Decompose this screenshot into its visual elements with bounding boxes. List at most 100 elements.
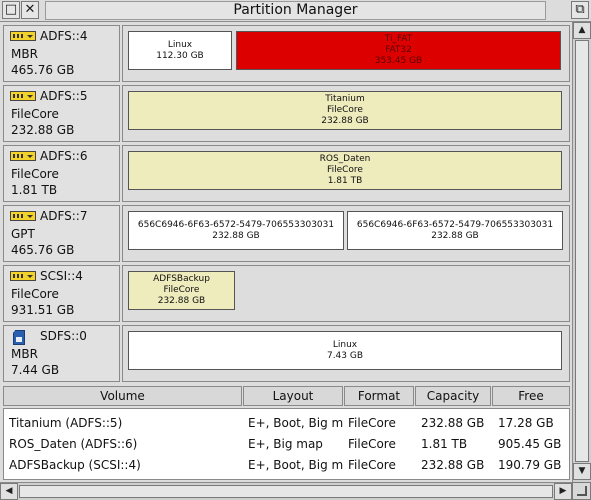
cell-format: FileCore <box>348 437 396 451</box>
partition-block[interactable]: ROS_Daten FileCore 1.81 TB <box>128 151 562 190</box>
partition-map: Linux 7.43 GB <box>122 325 570 382</box>
cell-layout: E+, Boot, Big map <box>248 458 344 472</box>
partition-block[interactable]: 656C6946-6F63-6572-5479-706553303031 232… <box>347 211 563 250</box>
cell-layout: E+, Boot, Big map <box>248 416 344 430</box>
partition-block[interactable]: ADFSBackup FileCore 232.88 GB <box>128 271 235 310</box>
partition-label: Linux <box>167 39 193 50</box>
partition-size: 7.43 GB <box>326 350 364 361</box>
partition-block[interactable]: Ti_FAT FAT32 353.45 GB <box>236 31 561 70</box>
column-header-volume[interactable]: Volume <box>3 386 242 406</box>
cell-free: 190.79 GB <box>498 458 562 472</box>
drive-scheme: MBR <box>11 47 38 61</box>
resize-handle-icon[interactable] <box>572 482 591 500</box>
cell-capacity: 232.88 GB <box>421 458 485 472</box>
table-row[interactable]: ROS_Daten (ADFS::6) E+, Big map FileCore… <box>4 433 569 455</box>
cell-free: 905.45 GB <box>498 437 562 451</box>
drive-row-adfs6: ADFS::6 FileCore 1.81 TB ROS_Daten FileC… <box>3 145 570 202</box>
hard-disc-icon <box>10 91 36 101</box>
partition-format: FileCore <box>327 105 363 115</box>
drive-info[interactable]: ADFS::4 MBR 465.76 GB <box>3 25 120 82</box>
drive-name: SDFS::0 <box>40 329 87 343</box>
partition-label: 656C6946-6F63-6572-5479-706553303031 <box>137 219 335 230</box>
drive-row-scsi4: SCSI::4 FileCore 931.51 GB ADFSBackup Fi… <box>3 265 570 322</box>
drive-row-sdfs0: SDFS::0 MBR 7.44 GB Linux 7.43 GB <box>3 325 570 382</box>
cell-volume: ADFSBackup (SCSI::4) <box>9 458 141 472</box>
cell-layout: E+, Big map <box>248 437 323 451</box>
column-header-layout[interactable]: Layout <box>243 386 343 406</box>
drive-name: SCSI::4 <box>40 269 83 283</box>
partition-block[interactable]: 656C6946-6F63-6572-5479-706553303031 232… <box>128 211 344 250</box>
drive-name: ADFS::7 <box>40 209 88 223</box>
partition-map: 656C6946-6F63-6572-5479-706553303031 232… <box>122 205 570 262</box>
drive-name: ADFS::6 <box>40 149 88 163</box>
scroll-down-icon[interactable]: ▼ <box>573 463 591 480</box>
partition-size: 232.88 GB <box>157 296 206 306</box>
column-header-capacity[interactable]: Capacity <box>415 386 491 406</box>
cell-volume: Titanium (ADFS::5) <box>9 416 123 430</box>
horizontal-scroll-thumb[interactable] <box>19 485 553 498</box>
drive-row-adfs7: ADFS::7 GPT 465.76 GB 656C6946-6F63-6572… <box>3 205 570 262</box>
title-bar: □ ✕ Partition Manager ⧉ <box>0 0 591 22</box>
toggle-size-icon[interactable]: ⧉ <box>571 1 589 19</box>
volume-table: Titanium (ADFS::5) E+, Boot, Big map Fil… <box>3 408 570 480</box>
partition-label: ROS_Daten <box>319 154 371 164</box>
partition-block[interactable]: Linux 112.30 GB <box>128 31 232 70</box>
partition-size: 353.45 GB <box>374 56 423 66</box>
partition-size: 232.88 GB <box>321 116 369 126</box>
drive-size: 465.76 GB <box>11 243 75 257</box>
hard-disc-icon <box>10 31 36 41</box>
drive-scheme: GPT <box>11 227 35 241</box>
cell-capacity: 232.88 GB <box>421 416 485 430</box>
drive-scheme: FileCore <box>11 287 59 301</box>
drive-scheme: FileCore <box>11 107 59 121</box>
partition-size: 232.88 GB <box>431 230 479 241</box>
partition-block[interactable]: Titanium FileCore 232.88 GB <box>128 91 562 130</box>
drive-info[interactable]: SDFS::0 MBR 7.44 GB <box>3 325 120 382</box>
hard-disc-icon <box>10 211 36 221</box>
table-row[interactable]: ADFSBackup (SCSI::4) E+, Boot, Big map F… <box>4 454 569 476</box>
drive-size: 931.51 GB <box>11 303 75 317</box>
sd-card-icon <box>13 330 25 345</box>
vertical-scroll-thumb[interactable] <box>575 40 589 462</box>
cell-format: FileCore <box>348 416 396 430</box>
cell-format: FileCore <box>348 458 396 472</box>
partition-label: Ti_FAT <box>384 34 413 44</box>
partition-format: FAT32 <box>385 45 412 55</box>
scroll-up-icon[interactable]: ▲ <box>573 22 591 39</box>
partition-label: Titanium <box>325 94 365 104</box>
column-header-format[interactable]: Format <box>344 386 414 406</box>
partition-map: ROS_Daten FileCore 1.81 TB <box>122 145 570 202</box>
vertical-scrollbar[interactable]: ▲ ▼ <box>572 22 591 482</box>
drive-scheme: FileCore <box>11 167 59 181</box>
partition-format: FileCore <box>163 285 200 295</box>
drive-size: 1.81 TB <box>11 183 58 197</box>
horizontal-scrollbar[interactable]: ◀ ▶ <box>0 482 572 500</box>
drive-info[interactable]: ADFS::7 GPT 465.76 GB <box>3 205 120 262</box>
partition-label: 656C6946-6F63-6572-5479-706553303031 <box>356 219 554 230</box>
cell-capacity: 1.81 TB <box>421 437 468 451</box>
partition-size: 1.81 TB <box>327 176 363 186</box>
partition-map: ADFSBackup FileCore 232.88 GB <box>122 265 570 322</box>
window-title[interactable]: Partition Manager <box>45 1 546 20</box>
partition-block[interactable]: Linux 7.43 GB <box>128 331 562 370</box>
partition-size: 112.30 GB <box>156 50 204 61</box>
scroll-left-icon[interactable]: ◀ <box>0 483 18 500</box>
close-icon[interactable]: ✕ <box>21 1 39 19</box>
partition-map: Titanium FileCore 232.88 GB <box>122 85 570 142</box>
drive-info[interactable]: SCSI::4 FileCore 931.51 GB <box>3 265 120 322</box>
drive-size: 7.44 GB <box>11 363 60 377</box>
column-header-free[interactable]: Free <box>492 386 570 406</box>
drive-info[interactable]: ADFS::6 FileCore 1.81 TB <box>3 145 120 202</box>
partition-map: Linux 112.30 GB Ti_FAT FAT32 353.45 GB <box>122 25 570 82</box>
drive-info[interactable]: ADFS::5 FileCore 232.88 GB <box>3 85 120 142</box>
scroll-right-icon[interactable]: ▶ <box>554 483 572 500</box>
partition-format: FileCore <box>327 165 363 175</box>
drive-size: 232.88 GB <box>11 123 75 137</box>
table-row[interactable]: Titanium (ADFS::5) E+, Boot, Big map Fil… <box>4 412 569 434</box>
back-icon[interactable]: □ <box>2 1 20 19</box>
drive-row-adfs5: ADFS::5 FileCore 232.88 GB Titanium File… <box>3 85 570 142</box>
drive-size: 465.76 GB <box>11 63 75 77</box>
partition-size: 232.88 GB <box>212 230 260 241</box>
cell-free: 17.28 GB <box>498 416 554 430</box>
cell-volume: ROS_Daten (ADFS::6) <box>9 437 138 451</box>
